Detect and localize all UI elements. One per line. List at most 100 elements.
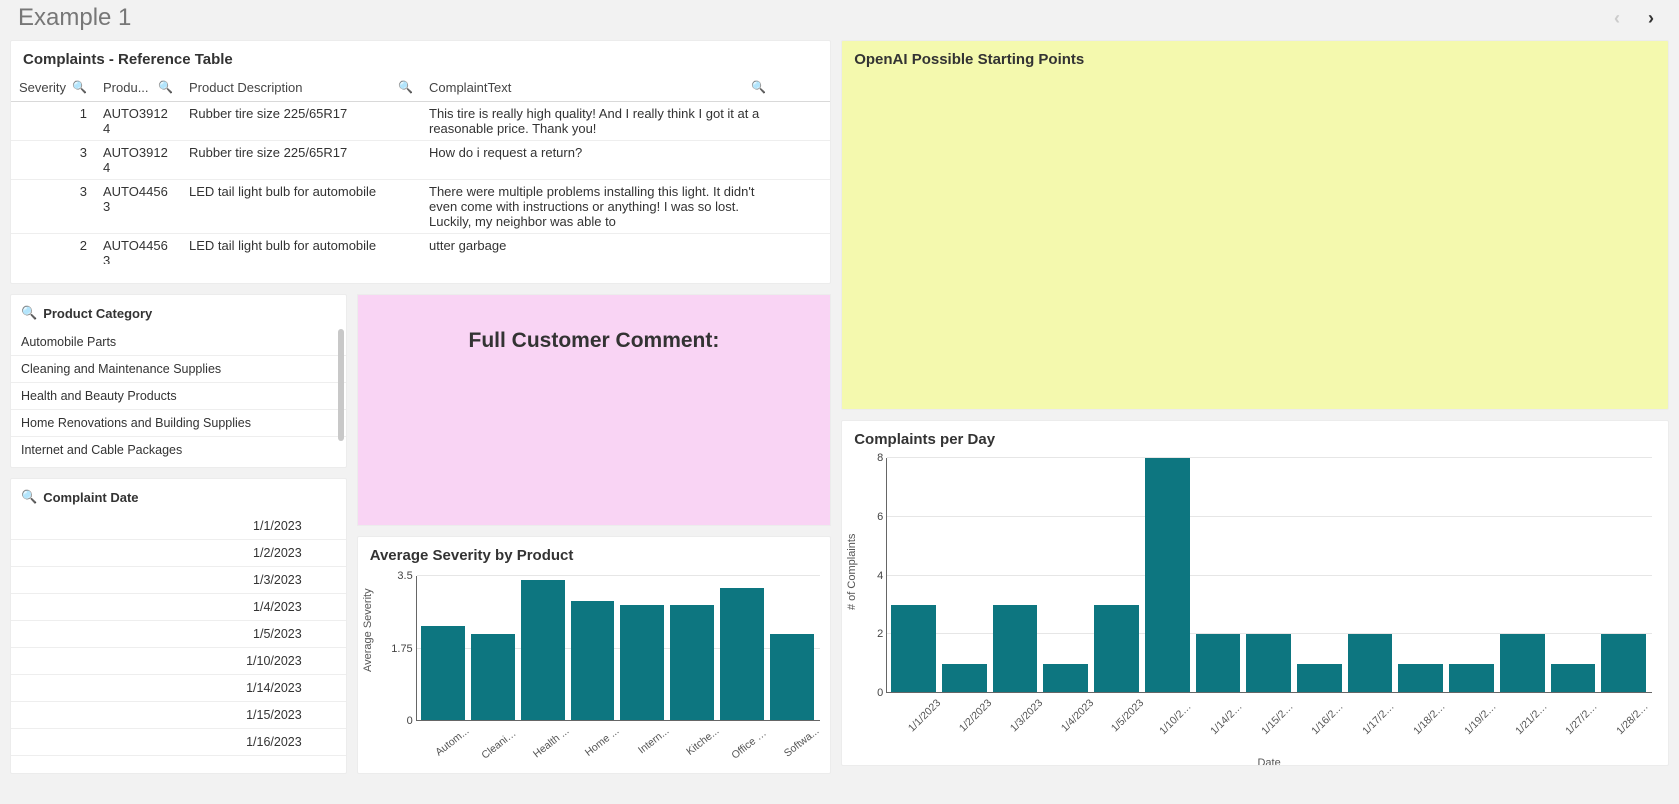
- lower-left-row: 🔍 Product Category Automobile PartsClean…: [10, 294, 831, 774]
- chart-bar[interactable]: [620, 605, 664, 721]
- list-item[interactable]: 1/5/2023: [11, 621, 346, 648]
- scrollbar[interactable]: [338, 329, 344, 441]
- chart-bar[interactable]: [1246, 634, 1291, 693]
- chart-bar[interactable]: [770, 634, 814, 721]
- chart-bar[interactable]: [1449, 664, 1494, 693]
- chart-bar[interactable]: [1500, 634, 1545, 693]
- chart-bar[interactable]: [942, 664, 987, 693]
- col-severity[interactable]: Severity🔍: [11, 74, 95, 102]
- complaints-per-day-panel[interactable]: Complaints per Day # of Complaints 02468…: [841, 420, 1669, 766]
- cell-blank: [774, 180, 830, 234]
- chart-bar[interactable]: [571, 601, 615, 721]
- table-row[interactable]: 2AUTO44563LED tail light bulb for automo…: [11, 234, 830, 265]
- cell-severity: 1: [11, 102, 95, 141]
- chart-bar[interactable]: [993, 605, 1038, 693]
- col-complaint[interactable]: ComplaintText🔍: [421, 74, 774, 102]
- list-item[interactable]: Internet and Cable Packages: [11, 437, 346, 457]
- product-category-filter-panel[interactable]: 🔍 Product Category Automobile PartsClean…: [10, 294, 347, 468]
- chart-bar[interactable]: [471, 634, 515, 721]
- complaints-per-day-title: Complaints per Day: [842, 421, 1668, 454]
- search-icon[interactable]: 🔍: [72, 80, 87, 94]
- col-description[interactable]: Product Description🔍: [181, 74, 421, 102]
- mid-column: Full Customer Comment: Average Severity …: [357, 294, 832, 774]
- chart-bar[interactable]: [521, 580, 565, 721]
- search-icon[interactable]: 🔍: [158, 80, 173, 94]
- list-item[interactable]: 1/15/2023: [11, 702, 346, 729]
- complaint-date-list[interactable]: 1/1/20231/2/20231/3/20231/4/20231/5/2023…: [11, 513, 346, 756]
- cell-description: LED tail light bulb for automobile: [181, 234, 421, 265]
- list-item[interactable]: Cleaning and Maintenance Supplies: [11, 356, 346, 383]
- table-row[interactable]: 3AUTO44563LED tail light bulb for automo…: [11, 180, 830, 234]
- x-tick-label: Intern...: [629, 725, 680, 773]
- search-icon[interactable]: 🔍: [21, 305, 37, 321]
- list-item[interactable]: 1/14/2023: [11, 675, 346, 702]
- col-product[interactable]: Produ...🔍: [95, 74, 181, 102]
- avg-severity-chart[interactable]: Average Severity 01.753.5 Autom...Cleani…: [358, 570, 831, 773]
- table-row[interactable]: 1AUTO39124Rubber tire size 225/65R17This…: [11, 102, 830, 141]
- col-blank: [774, 74, 830, 102]
- search-icon[interactable]: 🔍: [751, 80, 766, 94]
- list-item[interactable]: 1/16/2023: [11, 729, 346, 756]
- chart-bar[interactable]: [1398, 664, 1443, 693]
- complaint-date-header[interactable]: 🔍 Complaint Date: [11, 479, 346, 513]
- cell-blank: [774, 102, 830, 141]
- chart-bar[interactable]: [1551, 664, 1596, 693]
- chevron-right-icon: ›: [1648, 8, 1654, 29]
- table-row[interactable]: 3AUTO39124Rubber tire size 225/65R17How …: [11, 141, 830, 180]
- sheet-header: Example 1 ‹ ›: [0, 0, 1679, 40]
- x-tick-label: Office S...: [729, 725, 780, 773]
- cell-product: AUTO44563: [95, 234, 181, 265]
- complaints-reference-table-panel[interactable]: Complaints - Reference Table Severity🔍 P…: [10, 40, 831, 284]
- chart-bar[interactable]: [1601, 634, 1646, 693]
- cell-complaint: utter garbage: [421, 234, 774, 265]
- complaints-reference-table-title: Complaints - Reference Table: [11, 41, 830, 74]
- chart-bar[interactable]: [891, 605, 936, 693]
- cell-product: AUTO39124: [95, 102, 181, 141]
- list-item[interactable]: 1/4/2023: [11, 594, 346, 621]
- chart-bar[interactable]: [421, 626, 465, 721]
- list-item[interactable]: Health and Beauty Products: [11, 383, 346, 410]
- chart-bar[interactable]: [1196, 634, 1241, 693]
- chart-bar[interactable]: [670, 605, 714, 721]
- x-tick-label: Cleanin...: [479, 725, 530, 773]
- openai-starting-points-title: OpenAI Possible Starting Points: [842, 41, 1668, 74]
- avg-severity-ylabel: Average Severity: [362, 588, 374, 672]
- list-item[interactable]: 1/1/2023: [11, 513, 346, 540]
- search-icon[interactable]: 🔍: [398, 80, 413, 94]
- x-tick-label: Kitche...: [679, 725, 730, 773]
- cell-product: AUTO39124: [95, 141, 181, 180]
- full-customer-comment-title: Full Customer Comment:: [469, 329, 720, 353]
- list-item[interactable]: 1/2/2023: [11, 540, 346, 567]
- chart-bar[interactable]: [720, 588, 764, 721]
- prev-sheet-button[interactable]: ‹: [1607, 8, 1627, 28]
- list-item[interactable]: Home Renovations and Building Supplies: [11, 410, 346, 437]
- list-item[interactable]: Automobile Parts: [11, 329, 346, 356]
- full-customer-comment-panel[interactable]: Full Customer Comment:: [357, 294, 832, 526]
- right-column: OpenAI Possible Starting Points Complain…: [841, 40, 1669, 774]
- list-item[interactable]: 1/3/2023: [11, 567, 346, 594]
- chart-bar[interactable]: [1297, 664, 1342, 693]
- list-item[interactable]: 1/10/2023: [11, 648, 346, 675]
- cell-complaint: How do i request a return?: [421, 141, 774, 180]
- cell-complaint: There were multiple problems installing …: [421, 180, 774, 234]
- cell-blank: [774, 234, 830, 265]
- chart-bar[interactable]: [1348, 634, 1393, 693]
- chart-bar[interactable]: [1145, 458, 1190, 693]
- dashboard-board: Complaints - Reference Table Severity🔍 P…: [0, 40, 1679, 784]
- search-icon[interactable]: 🔍: [21, 489, 37, 505]
- complaint-date-filter-panel[interactable]: 🔍 Complaint Date 1/1/20231/2/20231/3/202…: [10, 478, 347, 774]
- cell-description: Rubber tire size 225/65R17: [181, 102, 421, 141]
- chart-bar[interactable]: [1094, 605, 1139, 693]
- avg-severity-panel[interactable]: Average Severity by Product Average Seve…: [357, 536, 832, 774]
- cell-product: AUTO44563: [95, 180, 181, 234]
- x-tick-label: Softwa...: [779, 725, 830, 773]
- complaints-per-day-chart[interactable]: # of Complaints 02468 1/1/20231/2/20231/…: [842, 454, 1668, 765]
- openai-starting-points-panel[interactable]: OpenAI Possible Starting Points: [841, 40, 1669, 410]
- avg-severity-title: Average Severity by Product: [358, 537, 831, 570]
- product-category-list[interactable]: Automobile PartsCleaning and Maintenance…: [11, 329, 346, 457]
- complaints-table[interactable]: Severity🔍 Produ...🔍 Product Description🔍…: [11, 74, 830, 264]
- product-category-header[interactable]: 🔍 Product Category: [11, 295, 346, 329]
- filters-column: 🔍 Product Category Automobile PartsClean…: [10, 294, 347, 774]
- chart-bar[interactable]: [1043, 664, 1088, 693]
- next-sheet-button[interactable]: ›: [1641, 8, 1661, 28]
